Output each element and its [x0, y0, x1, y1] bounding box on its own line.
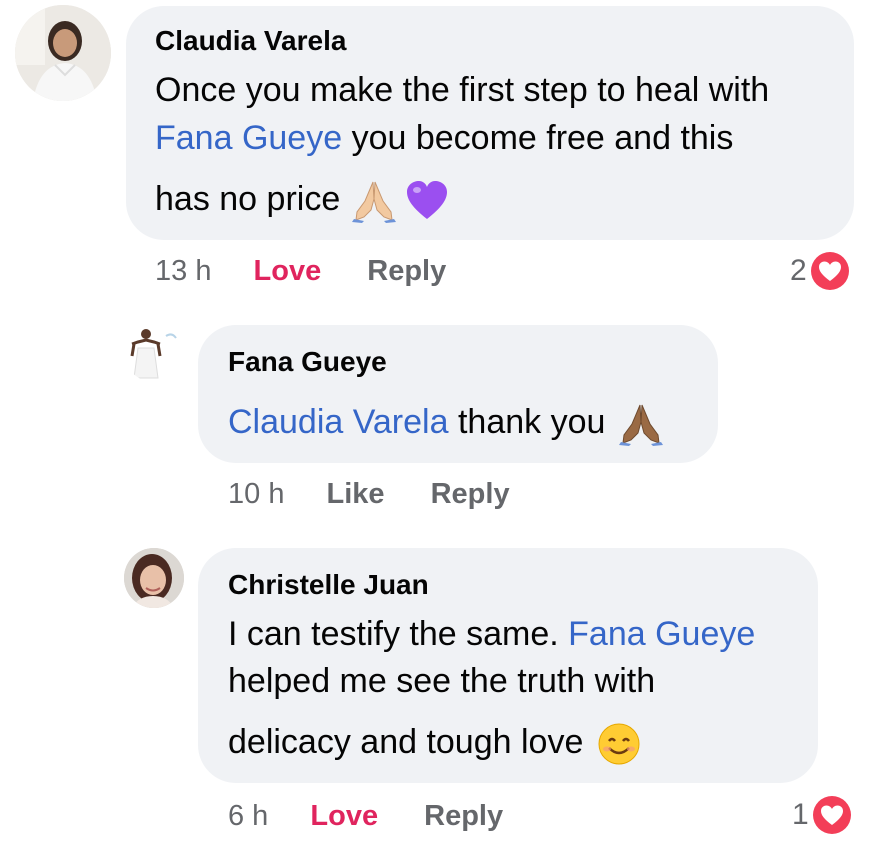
mention-link[interactable]: Claudia Varela [228, 403, 449, 441]
comment-meta: 10 h Like Reply [228, 478, 510, 511]
like-button[interactable]: Like [327, 478, 385, 510]
reaction-count: 1 [792, 798, 809, 831]
comment-text-line: Once you make the first step to heal wit… [155, 66, 769, 114]
comment-text: helped me see the truth with [228, 662, 656, 700]
reply-button[interactable]: Reply [431, 478, 510, 510]
avatar-portrait-icon [124, 548, 184, 608]
avatar-claudia-varela[interactable] [15, 5, 111, 101]
avatar-christelle-juan[interactable] [124, 548, 184, 608]
comment-text-line: has no price [155, 175, 449, 224]
mention-link[interactable]: Fana Gueye [568, 615, 755, 653]
folded-hands-icon [618, 404, 663, 447]
avatar-fana-gueye[interactable] [124, 322, 184, 382]
avatar-portrait-icon [124, 322, 184, 382]
comment-meta: 6 h Love Reply [228, 800, 503, 833]
purple-heart-icon [407, 181, 448, 220]
comment-meta: 13 h Love Reply [155, 255, 446, 288]
comment-timestamp[interactable]: 6 h [228, 800, 268, 832]
comment-text-line: helped me see the truth with [228, 657, 655, 705]
comment-timestamp[interactable]: 10 h [228, 478, 284, 510]
reaction-summary[interactable]: 2 [790, 252, 849, 290]
love-button[interactable]: Love [310, 800, 378, 832]
folded-hands-icon [351, 181, 396, 224]
smiling-face-icon [598, 723, 640, 765]
mention-link[interactable]: Fana Gueye [155, 119, 342, 157]
avatar-portrait-icon [15, 5, 111, 101]
comment-text: you become free and this [342, 119, 734, 157]
comment-text-line: Claudia Varela thank you [228, 398, 663, 447]
comment-author[interactable]: Claudia Varela [155, 25, 346, 57]
comment-author[interactable]: Fana Gueye [228, 346, 387, 378]
comment-text: delicacy and tough love [228, 723, 584, 761]
comment-author[interactable]: Christelle Juan [228, 569, 429, 601]
love-reaction-icon [810, 252, 849, 290]
reply-button[interactable]: Reply [424, 800, 503, 832]
reaction-count: 2 [790, 254, 807, 287]
love-button[interactable]: Love [254, 255, 322, 287]
comment-text-line: Fana Gueye you become free and this [155, 114, 733, 162]
comment-text-line: delicacy and tough love [228, 718, 641, 766]
reply-button[interactable]: Reply [367, 255, 446, 287]
comment-text: has no price [155, 180, 341, 218]
reaction-summary[interactable]: 1 [792, 796, 851, 834]
comment-timestamp[interactable]: 13 h [155, 255, 211, 287]
love-reaction-icon [812, 796, 851, 834]
comment-text: I can testify the same. [228, 615, 569, 653]
comment-text-line: I can testify the same. Fana Gueye [228, 610, 755, 658]
comment-text: thank you [448, 403, 606, 441]
comment-text: Once you make the first step to heal wit… [155, 71, 770, 109]
